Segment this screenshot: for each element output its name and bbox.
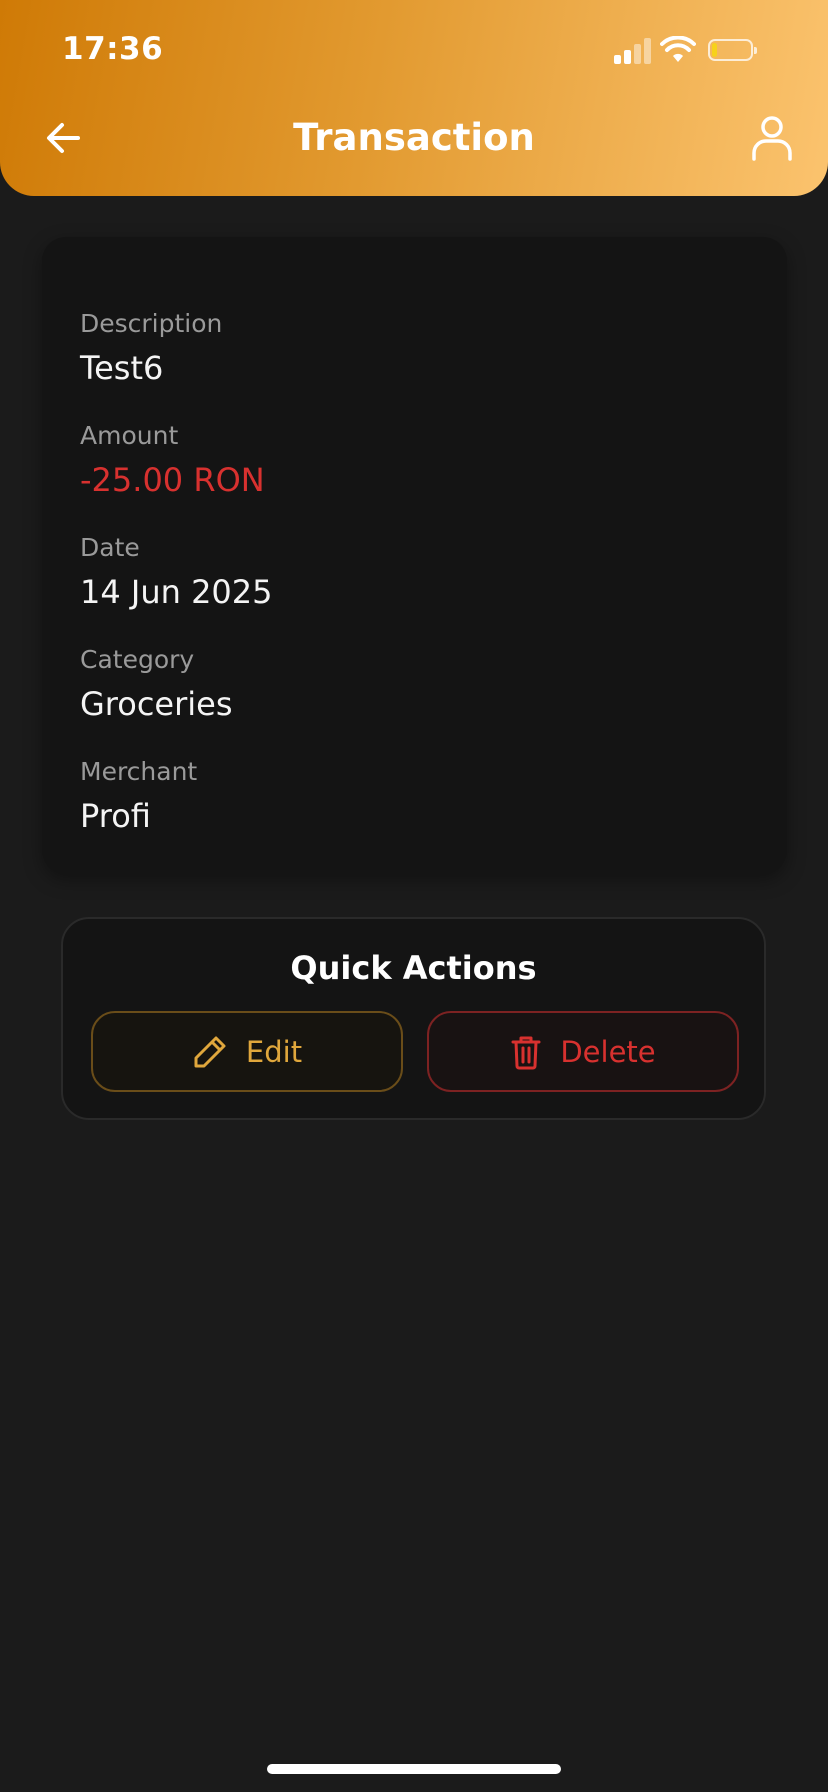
status-icons (614, 36, 794, 66)
cellular-signal-icon (614, 36, 654, 64)
trash-icon (511, 1036, 541, 1069)
user-icon (752, 116, 792, 161)
quick-actions-panel: Quick Actions Edit Delete (61, 917, 766, 1120)
amount-value: -25.00 RON (80, 461, 265, 499)
quick-actions-title: Quick Actions (290, 949, 537, 987)
amount-label: Amount (80, 421, 179, 450)
description-field: Description Test6 (80, 309, 222, 387)
merchant-label: Merchant (80, 757, 198, 786)
description-label: Description (80, 309, 223, 338)
status-time: 17:36 (62, 31, 164, 67)
date-field: Date 14 Jun 2025 (80, 533, 273, 611)
transaction-details-card: Description Test6 Amount -25.00 RON Date… (42, 237, 787, 874)
category-label: Category (80, 645, 195, 674)
date-value: 14 Jun 2025 (80, 573, 273, 611)
page-title: Transaction (293, 116, 535, 159)
merchant-field: Merchant Profi (80, 757, 197, 835)
description-value: Test6 (80, 349, 164, 387)
pencil-icon (194, 1036, 226, 1067)
merchant-value: Profi (80, 797, 151, 835)
amount-field: Amount -25.00 RON (80, 421, 265, 499)
battery-icon (708, 39, 757, 61)
delete-label: Delete (560, 1034, 656, 1069)
category-value: Groceries (80, 685, 233, 723)
home-indicator[interactable] (267, 1764, 561, 1774)
wifi-icon (660, 36, 696, 62)
delete-button[interactable]: Delete (427, 1011, 739, 1092)
app-header: 17:36 Transaction (0, 0, 828, 196)
profile-button[interactable] (744, 110, 800, 166)
category-field: Category Groceries (80, 645, 233, 723)
edit-button[interactable]: Edit (91, 1011, 403, 1092)
edit-label: Edit (245, 1034, 303, 1069)
date-label: Date (80, 533, 140, 562)
